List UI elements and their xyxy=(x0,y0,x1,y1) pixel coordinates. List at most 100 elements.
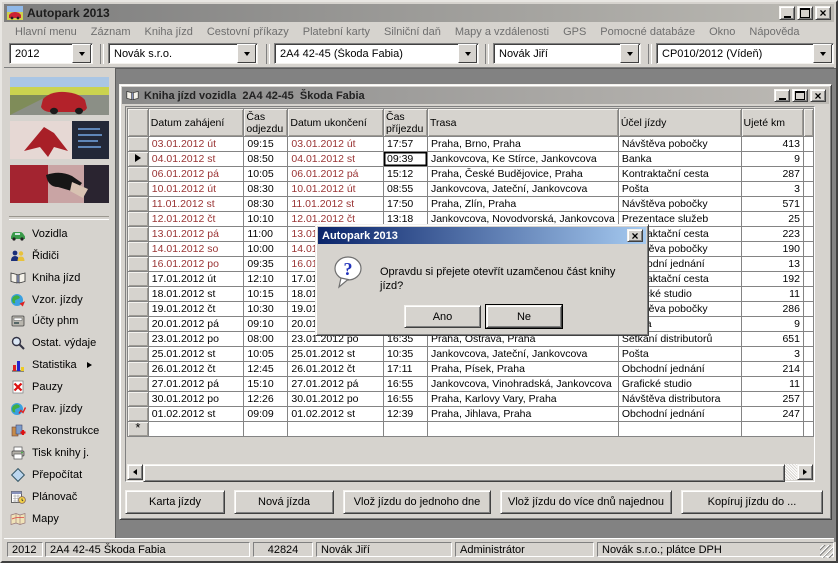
new-record-marker[interactable]: * xyxy=(128,422,149,437)
cell-end[interactable]: 06.01.2012 pá xyxy=(288,167,384,182)
cell-end[interactable]: 30.01.2012 po xyxy=(288,392,384,407)
row-selector[interactable] xyxy=(128,257,149,272)
cell-start[interactable]: 13.01.2012 pá xyxy=(148,227,244,242)
cell-next-partial[interactable] xyxy=(803,257,813,272)
sidebar-item-vzor-jizdy[interactable]: Vzor. jízdy xyxy=(10,290,114,310)
menu-item-gps[interactable]: GPS xyxy=(556,26,593,38)
sidebar-item-ostat-vydaje[interactable]: Ostat. výdaje xyxy=(10,333,114,353)
cell-km[interactable]: 651 xyxy=(741,332,803,347)
cell-next-partial[interactable] xyxy=(803,152,813,167)
cell-purpose[interactable]: Banka xyxy=(618,152,741,167)
row-selector[interactable] xyxy=(128,197,149,212)
selector-header[interactable] xyxy=(128,109,149,137)
cell-next-partial[interactable] xyxy=(803,317,813,332)
cell-km[interactable]: 9 xyxy=(741,317,803,332)
empty-cell[interactable] xyxy=(741,422,803,437)
h-scrollbar[interactable] xyxy=(127,464,813,480)
child-close-button[interactable]: × xyxy=(810,89,826,102)
cell-end[interactable]: 11.01.2012 st xyxy=(288,197,384,212)
empty-cell[interactable] xyxy=(427,422,618,437)
cell-purpose[interactable]: Grafické studio xyxy=(618,377,741,392)
cell-next-partial[interactable] xyxy=(803,242,813,257)
row-selector[interactable] xyxy=(128,377,149,392)
cell-start[interactable]: 17.01.2012 út xyxy=(148,272,244,287)
cell-next-partial[interactable] xyxy=(803,227,813,242)
cell-end[interactable]: 10.01.2012 út xyxy=(288,182,384,197)
menu-item-platebni-karty[interactable]: Platební karty xyxy=(296,26,377,38)
cell-start[interactable]: 04.01.2012 st xyxy=(148,152,244,167)
cell-next-partial[interactable] xyxy=(803,137,813,152)
row-selector[interactable] xyxy=(128,167,149,182)
col-header-trasa[interactable]: Trasa xyxy=(427,109,618,137)
scroll-left-button[interactable] xyxy=(127,464,143,480)
cell-next-partial[interactable] xyxy=(803,362,813,377)
cell-next-partial[interactable] xyxy=(803,347,813,362)
cell-route[interactable]: Jankovcova, Vinohradská, Jankovcova xyxy=(427,377,618,392)
col-header-datum-zahajeni[interactable]: Datum zahájení xyxy=(148,109,244,137)
cell-dep[interactable]: 10:10 xyxy=(244,212,288,227)
cell-purpose[interactable]: Návštěva distributora xyxy=(618,392,741,407)
cell-start[interactable]: 26.01.2012 čt xyxy=(148,362,244,377)
cell-route[interactable]: Praha, Karlovy Vary, Praha xyxy=(427,392,618,407)
cell-km[interactable]: 11 xyxy=(741,287,803,302)
menu-item-cestovni-prikazy[interactable]: Cestovní příkazy xyxy=(200,26,296,38)
sidebar-item-mapy[interactable]: Mapy xyxy=(10,509,114,529)
cell-start[interactable]: 25.01.2012 st xyxy=(148,347,244,362)
insert-trip-multiple-days-button[interactable]: Vlož jízdu do více dnů najednou xyxy=(500,490,672,514)
cell-next-partial[interactable] xyxy=(803,287,813,302)
cell-dep[interactable]: 09:35 xyxy=(244,257,288,272)
sidebar-item-tisk-knihy[interactable]: Tisk knihy j. xyxy=(10,443,114,463)
cell-arr[interactable]: 17:57 xyxy=(384,137,428,152)
cell-next-partial[interactable] xyxy=(803,377,813,392)
insert-trip-one-day-button[interactable]: Vlož jízdu do jednoho dne xyxy=(343,490,491,514)
menu-item-napoveda[interactable]: Nápověda xyxy=(742,26,806,38)
no-button[interactable]: Ne xyxy=(486,305,562,328)
cell-km[interactable]: 214 xyxy=(741,362,803,377)
cell-dep[interactable]: 15:10 xyxy=(244,377,288,392)
cell-arr[interactable]: 16:55 xyxy=(384,377,428,392)
menu-item-okno[interactable]: Okno xyxy=(702,26,742,38)
cell-start[interactable]: 01.02.2012 st xyxy=(148,407,244,422)
cell-end[interactable]: 25.01.2012 st xyxy=(288,347,384,362)
row-selector[interactable] xyxy=(128,137,149,152)
resize-grip[interactable] xyxy=(820,545,833,558)
cell-dep[interactable]: 10:05 xyxy=(244,167,288,182)
cell-arr[interactable]: 12:39 xyxy=(384,407,428,422)
cell-start[interactable]: 27.01.2012 pá xyxy=(148,377,244,392)
row-selector[interactable] xyxy=(128,332,149,347)
cell-route[interactable]: Praha, České Budějovice, Praha xyxy=(427,167,618,182)
row-selector[interactable] xyxy=(128,362,149,377)
vehicle-combo[interactable]: 2A4 42-45 (Škoda Fabia) xyxy=(274,43,479,64)
trip-card-button[interactable]: Karta jízdy xyxy=(125,490,225,514)
cell-km[interactable]: 287 xyxy=(741,167,803,182)
row-selector[interactable] xyxy=(128,392,149,407)
chevron-down-icon[interactable] xyxy=(813,44,832,63)
yes-button[interactable]: Ano xyxy=(404,305,481,328)
row-selector[interactable] xyxy=(128,287,149,302)
cell-route[interactable]: Jankovcova, Ke Stírce, Jankovcova xyxy=(427,152,618,167)
cell-start[interactable]: 23.01.2012 po xyxy=(148,332,244,347)
menu-item-pomocne-databaze[interactable]: Pomocné databáze xyxy=(593,26,702,38)
cell-start[interactable]: 20.01.2012 pá xyxy=(148,317,244,332)
cell-purpose[interactable]: Kontraktační cesta xyxy=(618,167,741,182)
cell-arr[interactable]: 10:35 xyxy=(384,347,428,362)
row-selector[interactable] xyxy=(128,272,149,287)
cell-next-partial[interactable] xyxy=(803,182,813,197)
cell-km[interactable]: 3 xyxy=(741,347,803,362)
sidebar-item-pauzy[interactable]: Pauzy xyxy=(10,377,114,397)
cell-start[interactable]: 14.01.2012 so xyxy=(148,242,244,257)
cell-km[interactable]: 13 xyxy=(741,257,803,272)
cell-route[interactable]: Jankovcova, Jateční, Jankovcova xyxy=(427,347,618,362)
cell-dep[interactable]: 12:45 xyxy=(244,362,288,377)
cell-next-partial[interactable] xyxy=(803,302,813,317)
menu-item-kniha-jizd[interactable]: Kniha jízd xyxy=(138,26,200,38)
cell-start[interactable]: 03.01.2012 út xyxy=(148,137,244,152)
cell-end[interactable]: 26.01.2012 čt xyxy=(288,362,384,377)
cell-end[interactable]: 04.01.2012 st xyxy=(288,152,384,167)
cell-arr[interactable]: 16:55 xyxy=(384,392,428,407)
cell-km[interactable]: 25 xyxy=(741,212,803,227)
sidebar-item-vozidla[interactable]: Vozidla xyxy=(10,224,114,244)
cell-start[interactable]: 10.01.2012 út xyxy=(148,182,244,197)
empty-cell[interactable] xyxy=(288,422,384,437)
cell-km[interactable]: 413 xyxy=(741,137,803,152)
